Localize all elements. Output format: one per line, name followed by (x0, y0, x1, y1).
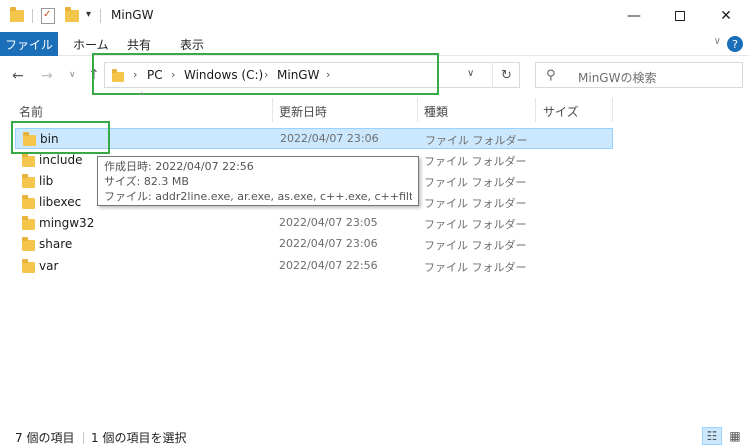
file-name: include (39, 153, 83, 167)
close-button[interactable]: ✕ (703, 0, 749, 32)
file-date: 2022/04/07 23:06 (279, 237, 378, 250)
window-folder-icon (10, 7, 24, 22)
column-size[interactable]: サイズ (543, 103, 579, 120)
minimize-button[interactable]: — (611, 0, 657, 32)
tooltip-size: サイズ: 82.3 MB (104, 175, 189, 188)
file-type: ファイル フォルダー (424, 155, 527, 168)
help-icon[interactable]: ? (727, 36, 743, 52)
file-type: ファイル フォルダー (424, 239, 527, 252)
file-date: 2022/04/07 23:06 (280, 132, 379, 145)
file-type: ファイル フォルダー (424, 261, 527, 274)
file-date: 2022/04/07 22:56 (279, 259, 378, 272)
close-icon: ✕ (720, 8, 732, 24)
tooltip-files: ファイル: addr2line.exe, ar.exe, as.exe, c++… (104, 190, 412, 203)
column-divider[interactable] (417, 98, 418, 122)
tab-share[interactable]: 共有 (127, 36, 151, 53)
customize-qa-icon[interactable]: ▾ (86, 9, 91, 20)
title-separator (100, 9, 101, 23)
maximize-icon (675, 11, 685, 21)
file-row-var[interactable]: var 2022/04/07 22:56 ファイル フォルダー (15, 256, 613, 277)
properties-icon[interactable]: ✓ (41, 8, 55, 24)
item-count: 7 個の項目 (15, 431, 75, 445)
tab-home[interactable]: ホーム (73, 36, 109, 53)
column-name[interactable]: 名前 (19, 103, 43, 120)
tab-file[interactable]: ファイル (0, 32, 58, 56)
column-date[interactable]: 更新日時 (279, 103, 327, 120)
details-view-button[interactable]: ☷ (702, 427, 722, 445)
large-icons-view-button[interactable]: ▦ (725, 427, 745, 445)
file-type: ファイル フォルダー (424, 176, 527, 189)
back-icon[interactable]: ← (12, 68, 24, 84)
forward-icon[interactable]: → (41, 68, 53, 84)
recent-locations-icon[interactable]: ∨ (69, 70, 76, 80)
folder-icon (22, 153, 35, 167)
status-separator (83, 432, 84, 444)
column-divider[interactable] (612, 98, 613, 122)
folder-icon (22, 259, 35, 273)
file-name: libexec (39, 195, 82, 209)
file-name: share (39, 237, 73, 251)
file-row-mingw32[interactable]: mingw32 2022/04/07 23:05 ファイル フォルダー (15, 213, 613, 234)
maximize-button[interactable] (657, 0, 703, 32)
file-name: mingw32 (39, 216, 95, 230)
bin-highlight-box (11, 121, 110, 154)
folder-icon (22, 174, 35, 188)
file-name: var (39, 259, 59, 273)
status-bar: 7 個の項目 1 個の項目を選択 ☷ ▦ (0, 424, 749, 448)
address-history-icon[interactable]: ∨ (467, 68, 474, 79)
qa-separator (32, 9, 33, 23)
explorer-window: ✓ ▾ MinGW — ✕ ファイル ホーム 共有 表示 ∨ ? ← → ∨ ↑… (0, 0, 749, 448)
file-row-share[interactable]: share 2022/04/07 23:06 ファイル フォルダー (15, 234, 613, 255)
minimize-icon: — (627, 8, 641, 24)
details-view-icon: ☷ (706, 429, 718, 443)
refresh-button[interactable]: ↻ (492, 62, 520, 88)
ribbon-expand-icon[interactable]: ∨ (714, 36, 721, 47)
search-input[interactable]: MinGWの検索 (578, 69, 656, 86)
tab-view[interactable]: 表示 (180, 36, 204, 53)
title-bar: ✓ ▾ MinGW — ✕ (0, 0, 749, 32)
refresh-icon: ↻ (501, 67, 512, 83)
search-box[interactable]: ⚲ MinGWの検索 (535, 62, 743, 88)
window-title: MinGW (111, 8, 154, 22)
folder-icon (22, 237, 35, 251)
column-type[interactable]: 種類 (424, 103, 448, 120)
file-type: ファイル フォルダー (424, 197, 527, 210)
file-name: lib (39, 174, 54, 188)
search-icon: ⚲ (546, 68, 556, 83)
file-type: ファイル フォルダー (424, 218, 527, 231)
new-folder-icon[interactable] (65, 7, 79, 22)
file-type: ファイル フォルダー (425, 134, 528, 147)
column-divider[interactable] (272, 98, 273, 122)
folder-icon (22, 216, 35, 230)
folder-tooltip: 作成日時: 2022/04/07 22:56 サイズ: 82.3 MB ファイル… (97, 156, 419, 206)
sort-ascending-icon: ^ (138, 92, 146, 102)
tooltip-created: 作成日時: 2022/04/07 22:56 (104, 160, 254, 173)
column-divider[interactable] (535, 98, 536, 122)
selection-count: 1 個の項目を選択 (91, 431, 187, 445)
folder-icon (22, 195, 35, 209)
address-highlight-box (92, 53, 439, 95)
file-date: 2022/04/07 23:05 (279, 216, 378, 229)
large-icons-view-icon: ▦ (729, 429, 741, 443)
